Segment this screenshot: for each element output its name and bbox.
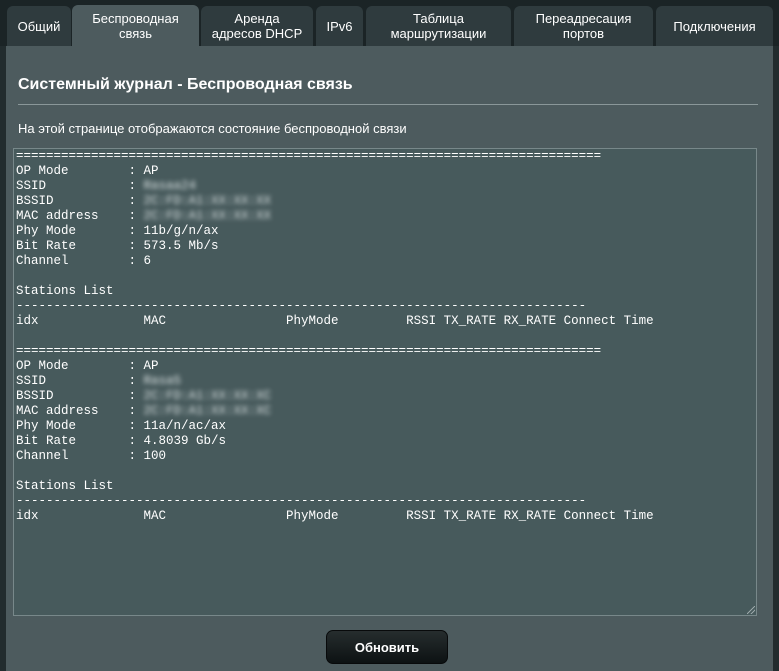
tab-connections[interactable]: Подключения	[656, 6, 773, 46]
tab-ipv6-label: IPv6	[326, 18, 353, 34]
tab-dhcp-leases[interactable]: Аренда адресов DHCP	[201, 6, 313, 46]
log-key-ssid: SSID	[16, 179, 47, 193]
tab-ipv6[interactable]: IPv6	[316, 6, 363, 46]
wireless-log-textarea[interactable]: ========================================…	[13, 148, 757, 616]
log-key-mac: MAC address	[16, 404, 99, 418]
page-description: На этой странице отображаются состояние …	[18, 121, 407, 136]
log-key-bit-rate: Bit Rate	[16, 434, 77, 448]
app-root: Общий Беспроводная связь Аренда адресов …	[0, 0, 779, 671]
tab-routing-table-label: Таблица маршрутизации	[390, 11, 487, 41]
tab-connections-label: Подключения	[673, 18, 756, 34]
stations-divider: ----------------------------------------…	[16, 299, 587, 313]
content-panel: Системный журнал - Беспроводная связь На…	[6, 46, 773, 671]
log-key-bit-rate: Bit Rate	[16, 239, 77, 253]
log-key-bssid: BSSID	[16, 194, 54, 208]
log-key-phy-mode: Phy Mode	[16, 419, 77, 433]
log-key-mac: MAC address	[16, 209, 99, 223]
log-value-ssid-redacted: Rasa5	[143, 374, 182, 388]
refresh-button[interactable]: Обновить	[326, 630, 448, 664]
log-value-bssid-redacted: 2C:FD:A1:XX:XX:XX	[143, 194, 272, 208]
log-value-phy-mode: 11a/n/ac/ax	[143, 419, 227, 433]
tab-wireless[interactable]: Беспроводная связь	[72, 5, 199, 46]
log-key-phy-mode: Phy Mode	[16, 224, 77, 238]
tab-general[interactable]: Общий	[7, 6, 71, 46]
log-value-bit-rate: 4.8039 Gb/s	[143, 434, 227, 448]
tab-wireless-label: Беспроводная связь	[92, 10, 179, 41]
stations-header: idx MAC PhyMode RSSI TX_RATE RX_RATE Con…	[16, 314, 654, 328]
log-value-phy-mode: 11b/g/n/ax	[143, 224, 219, 238]
log-value-channel: 100	[143, 449, 167, 463]
log-value-ssid-redacted: Rasaa24	[143, 179, 197, 193]
tab-port-forwarding-label: Переадресация портов	[535, 11, 632, 41]
log-key-op-mode: OP Mode	[16, 359, 69, 373]
log-value-bssid-redacted: 2C:FD:A1:XX:XX:XC	[143, 389, 272, 403]
log-separator: ========================================…	[16, 149, 602, 163]
page-title: Системный журнал - Беспроводная связь	[18, 76, 353, 93]
log-value-op-mode: AP	[143, 359, 159, 373]
log-key-channel: Channel	[16, 449, 69, 463]
log-key-ssid: SSID	[16, 374, 47, 388]
tab-dhcp-leases-label: Аренда адресов DHCP	[211, 11, 303, 41]
log-value-op-mode: AP	[143, 164, 159, 178]
log-key-op-mode: OP Mode	[16, 164, 69, 178]
log-value-bit-rate: 573.5 Mb/s	[143, 239, 219, 253]
log-value-mac-redacted: 2C:FD:A1:XX:XX:XX	[143, 209, 272, 223]
stations-list-title: Stations List	[16, 284, 114, 298]
log-value-channel: 6	[143, 254, 152, 268]
stations-list-title: Stations List	[16, 479, 114, 493]
log-key-channel: Channel	[16, 254, 69, 268]
resize-grip-icon[interactable]	[747, 606, 755, 614]
tab-bar: Общий Беспроводная связь Аренда адресов …	[0, 0, 779, 46]
title-divider	[18, 104, 758, 105]
log-key-bssid: BSSID	[16, 389, 54, 403]
log-value-mac-redacted: 2C:FD:A1:XX:XX:XC	[143, 404, 272, 418]
tab-routing-table[interactable]: Таблица маршрутизации	[366, 6, 511, 46]
stations-header: idx MAC PhyMode RSSI TX_RATE RX_RATE Con…	[16, 509, 654, 523]
log-separator: ========================================…	[16, 344, 602, 358]
tab-port-forwarding[interactable]: Переадресация портов	[514, 6, 653, 46]
stations-divider: ----------------------------------------…	[16, 494, 587, 508]
tab-general-label: Общий	[17, 18, 61, 34]
